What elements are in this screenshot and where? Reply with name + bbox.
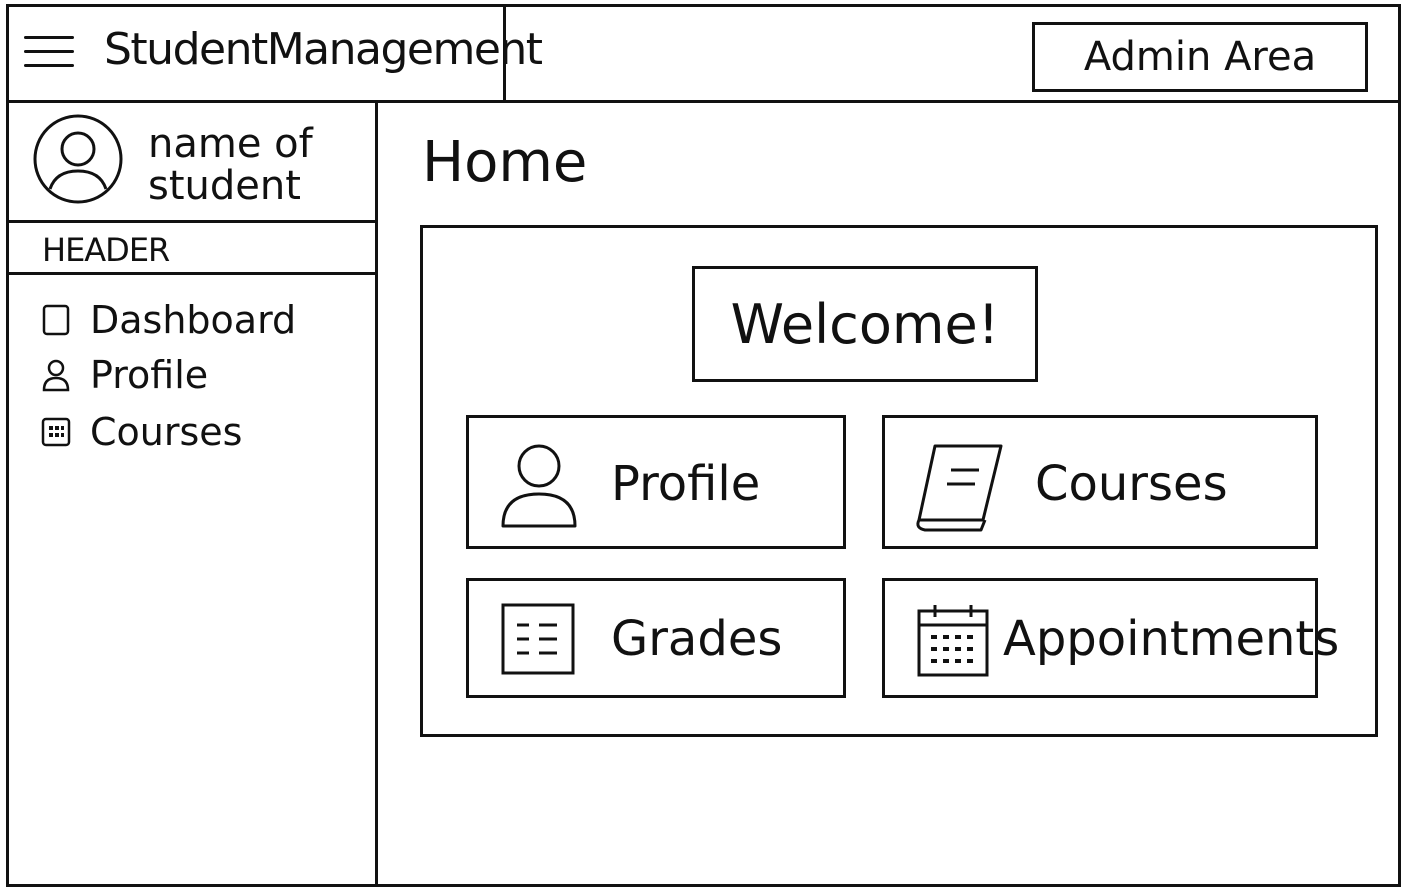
student-name: name of student (148, 123, 313, 207)
app-title: StudentManagement (104, 24, 543, 75)
welcome-banner: Welcome! (692, 266, 1038, 382)
person-icon (499, 442, 579, 532)
sidebar-item-profile[interactable]: Profile (40, 351, 208, 399)
sidebar-item-label: Courses (90, 410, 243, 454)
grid-icon (40, 416, 72, 448)
admin-area-button[interactable]: Admin Area (1032, 22, 1368, 92)
person-icon (40, 359, 72, 392)
student-name-line1: name of (148, 121, 313, 167)
profile-tile[interactable]: Profile (466, 415, 846, 549)
square-icon (40, 304, 72, 336)
user-avatar-icon (32, 113, 124, 205)
appointments-tile[interactable]: Appointments (882, 578, 1339, 698)
page-title: Home (422, 130, 588, 195)
user-profile-box: name of student (6, 103, 375, 223)
sidebar-item-dashboard[interactable]: Dashboard (40, 296, 296, 344)
courses-tile[interactable]: Courses (882, 415, 1318, 549)
book-icon (915, 440, 1005, 536)
tile-label: Courses (1035, 456, 1228, 512)
calendar-icon (917, 603, 989, 683)
sidebar-item-courses[interactable]: Courses (40, 408, 242, 456)
sidebar-section-header: HEADER (6, 223, 375, 275)
grades-sheet-icon (501, 603, 575, 679)
sidebar: name of student HEADER Dashboard Profile (6, 103, 378, 887)
tile-label: Profile (611, 456, 761, 512)
tile-label: Appointments (1003, 611, 1340, 667)
sidebar-item-label: Profile (90, 353, 209, 397)
grades-tile[interactable]: Grades (466, 578, 846, 698)
tile-label: Grades (611, 611, 783, 667)
sidebar-header-label: HEADER (42, 231, 170, 269)
student-name-line2: student (148, 163, 301, 209)
sidebar-item-label: Dashboard (90, 298, 297, 342)
hamburger-menu-icon[interactable] (24, 30, 74, 74)
